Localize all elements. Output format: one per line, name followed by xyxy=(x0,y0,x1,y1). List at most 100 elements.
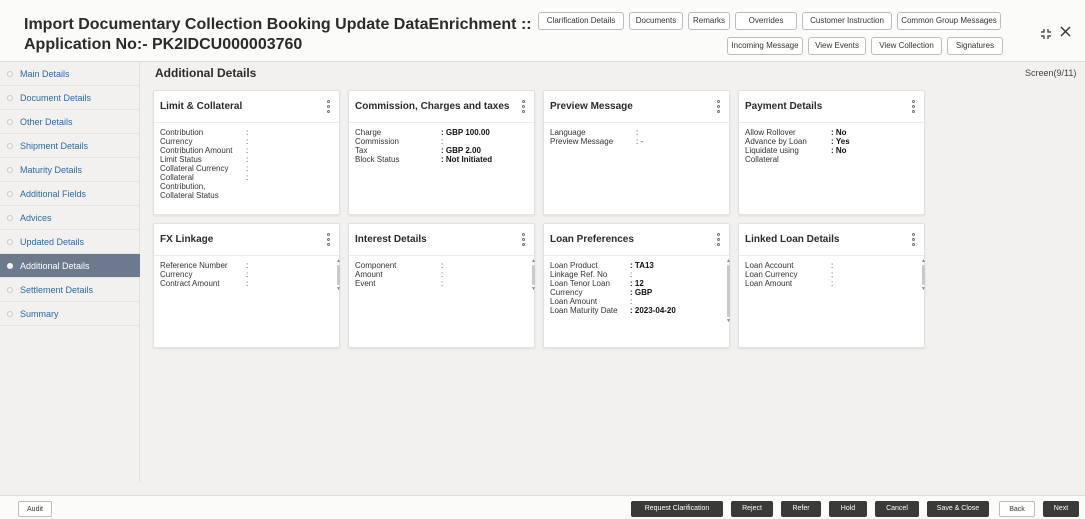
linked-loan-details-card: Linked Loan Details Loan Account: Loan C… xyxy=(738,223,926,348)
reject-button[interactable]: Reject xyxy=(731,501,773,517)
field-sep: : xyxy=(246,137,249,146)
common-group-messages-button[interactable]: Common Group Messages xyxy=(897,12,1001,30)
field-label: Component xyxy=(355,261,397,270)
audit-button[interactable]: Audit xyxy=(18,501,52,517)
sidebar-item-label: Updated Details xyxy=(20,237,85,247)
field-sep: : xyxy=(630,261,633,270)
documents-button[interactable]: Documents xyxy=(629,12,683,30)
sidebar-item-label: Shipment Details xyxy=(20,141,89,151)
sidebar-item-maturity-details[interactable]: Maturity Details xyxy=(0,158,140,182)
card-scrollbar[interactable] xyxy=(337,265,340,285)
loan-tenor-value: 12 xyxy=(634,279,644,288)
sidebar-nav: Main Details Document Details Other Deta… xyxy=(0,62,140,482)
field-sep: : xyxy=(636,128,639,137)
request-clarification-button[interactable]: Request Clarification xyxy=(631,501,723,517)
sidebar-item-advices[interactable]: Advices xyxy=(0,206,140,230)
block-status-value: Not Initiated xyxy=(445,155,493,164)
field-label: Loan Maturity Date xyxy=(550,306,618,315)
incoming-message-button[interactable]: Incoming Message xyxy=(727,37,803,55)
kebab-menu-icon[interactable] xyxy=(717,100,721,115)
card-scrollbar[interactable] xyxy=(727,265,730,317)
overrides-button[interactable]: Overrides xyxy=(735,12,797,30)
sidebar-item-label: Other Details xyxy=(20,117,73,127)
scroll-down-icon[interactable]: ▼ xyxy=(336,286,341,292)
scroll-up-icon[interactable]: ▲ xyxy=(531,258,536,264)
field-label: Advance by Loan xyxy=(745,137,807,146)
field-label: Charge xyxy=(355,128,382,137)
kebab-menu-icon[interactable] xyxy=(327,233,331,248)
sidebar-item-additional-details[interactable]: Additional Details xyxy=(0,254,140,278)
card-scrollbar[interactable] xyxy=(922,265,925,285)
kebab-menu-icon[interactable] xyxy=(912,233,916,248)
allow-rollover-value: No xyxy=(835,128,847,137)
hold-button[interactable]: Hold xyxy=(829,501,867,517)
field-sep: : xyxy=(630,306,633,315)
expand-icon[interactable] xyxy=(1040,28,1052,43)
card-title: Interest Details xyxy=(349,224,534,256)
sidebar-item-updated-details[interactable]: Updated Details xyxy=(0,230,140,254)
sidebar-item-shipment-details[interactable]: Shipment Details xyxy=(0,134,140,158)
sidebar-item-other-details[interactable]: Other Details xyxy=(0,110,140,134)
kebab-menu-icon[interactable] xyxy=(717,233,721,248)
view-events-button[interactable]: View Events xyxy=(808,37,866,55)
kebab-menu-icon[interactable] xyxy=(522,100,526,115)
kebab-menu-icon[interactable] xyxy=(327,100,331,115)
remarks-button[interactable]: Remarks xyxy=(688,12,730,30)
customer-instruction-button[interactable]: Customer Instruction xyxy=(802,12,892,30)
scroll-up-icon[interactable]: ▲ xyxy=(726,258,731,264)
field-sep: : xyxy=(246,155,249,164)
sidebar-item-main-details[interactable]: Main Details xyxy=(0,62,140,86)
field-sep: : xyxy=(441,146,444,155)
scroll-down-icon[interactable]: ▼ xyxy=(531,286,536,292)
sidebar-item-label: Additional Fields xyxy=(20,189,87,199)
loan-preferences-card: Loan Preferences Loan Product: TA13 Link… xyxy=(543,223,731,348)
card-title: FX Linkage xyxy=(154,224,339,256)
kebab-menu-icon[interactable] xyxy=(912,100,916,115)
field-sep: : xyxy=(441,137,444,146)
card-scrollbar[interactable] xyxy=(532,265,535,285)
scroll-up-icon[interactable]: ▲ xyxy=(336,258,341,264)
field-label: Event xyxy=(355,279,376,288)
field-sep: : xyxy=(246,279,249,288)
sidebar-item-label: Document Details xyxy=(20,93,92,103)
field-label: Loan Tenor Loan xyxy=(550,279,610,288)
field-label: Reference Number xyxy=(160,261,228,270)
field-label: Currency xyxy=(550,288,583,297)
save-close-button[interactable]: Save & Close xyxy=(927,501,989,517)
close-icon[interactable] xyxy=(1060,24,1071,41)
back-button[interactable]: Back xyxy=(999,501,1035,517)
screen-indicator: Screen(9/11) xyxy=(1025,68,1077,78)
interest-details-card: Interest Details Component: Amount: Even… xyxy=(348,223,536,348)
clarification-details-button[interactable]: Clarification Details xyxy=(538,12,624,30)
sidebar-item-additional-fields[interactable]: Additional Fields xyxy=(0,182,140,206)
scroll-up-icon[interactable]: ▲ xyxy=(921,258,926,264)
next-button[interactable]: Next xyxy=(1043,501,1079,517)
field-label: Contribution xyxy=(160,128,204,137)
cancel-button[interactable]: Cancel xyxy=(875,501,919,517)
sidebar-item-summary[interactable]: Summary xyxy=(0,302,140,326)
tax-value: GBP 2.00 xyxy=(445,146,481,155)
sidebar-item-document-details[interactable]: Document Details xyxy=(0,86,140,110)
field-label: Loan Currency xyxy=(745,270,798,279)
field-sep: : xyxy=(246,261,249,270)
refer-button[interactable]: Refer xyxy=(781,501,821,517)
application-number: Application No:- PK2IDCU000003760 xyxy=(24,36,303,53)
field-label: Contribution Amount xyxy=(160,146,233,155)
field-sep: : xyxy=(441,270,444,279)
view-collection-button[interactable]: View Collection xyxy=(871,37,942,55)
scroll-down-icon[interactable]: ▼ xyxy=(921,286,926,292)
field-sep: : xyxy=(630,270,633,279)
sidebar-item-settlement-details[interactable]: Settlement Details xyxy=(0,278,140,302)
kebab-menu-icon[interactable] xyxy=(522,233,526,248)
field-sep: : xyxy=(246,173,249,182)
card-rows: Component: Amount: Event: xyxy=(349,256,534,293)
card-title: Loan Preferences xyxy=(544,224,729,256)
signatures-button[interactable]: Signatures xyxy=(947,37,1003,55)
field-sep: : xyxy=(441,155,444,164)
field-sep: : xyxy=(246,164,249,173)
step-dot-icon xyxy=(7,287,13,293)
field-sep: : xyxy=(831,270,834,279)
field-sep: : xyxy=(831,261,834,270)
scroll-down-icon[interactable]: ▼ xyxy=(726,318,731,324)
field-sep: : xyxy=(831,146,834,155)
